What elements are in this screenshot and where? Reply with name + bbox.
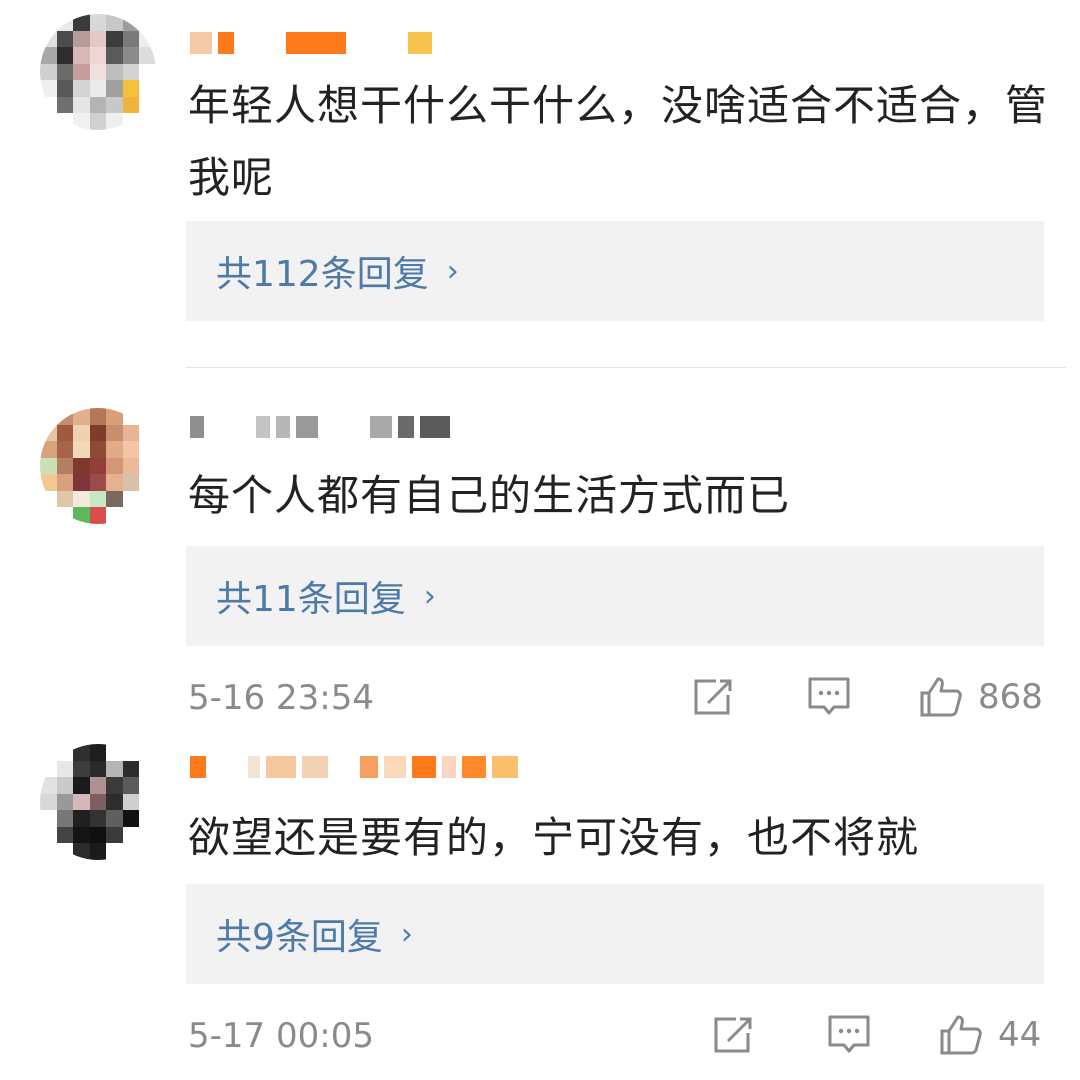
comment-item: 每个人都有自己的生活方式而已 共11条回复 › 5-16 23:54 868 <box>0 368 1080 728</box>
share-button[interactable] <box>712 1010 756 1060</box>
chevron-right-icon: › <box>423 578 436 614</box>
avatar[interactable] <box>40 14 156 130</box>
like-count: 44 <box>998 1015 1042 1055</box>
share-icon <box>714 1017 752 1053</box>
comment-text: 欲望还是要有的，宁可没有，也不将就 <box>188 813 920 862</box>
view-replies-button[interactable]: 共11条回复 › <box>186 546 1044 646</box>
comment-meta-row: 5-17 00:05 44 <box>186 1008 1046 1068</box>
comment-meta-row: 5-16 23:54 868 <box>186 670 1046 730</box>
comment-item: 欲望还是要有的，宁可没有，也不将就 共9条回复 › 5-17 00:05 44 <box>0 728 1080 1080</box>
username-pixelated[interactable] <box>190 412 520 442</box>
like-button[interactable]: 868 <box>918 672 1043 722</box>
share-icon <box>694 679 732 715</box>
view-replies-button[interactable]: 共9条回复 › <box>186 884 1044 984</box>
comment-item: 年轻人想干什么干什么，没啥适合不适合，管我呢 共112条回复 › <box>0 0 1080 368</box>
thumbs-up-icon <box>920 677 962 717</box>
thumbs-up-icon <box>940 1015 982 1055</box>
chevron-right-icon: › <box>446 253 459 289</box>
reply-link[interactable]: 共112条回复 › <box>216 245 459 297</box>
share-button[interactable] <box>692 672 736 722</box>
avatar[interactable] <box>40 744 156 860</box>
chevron-right-icon: › <box>400 916 413 952</box>
comment-button[interactable] <box>806 672 852 722</box>
username-pixelated[interactable] <box>190 28 520 58</box>
reply-count-label: 共112条回复 <box>216 254 429 295</box>
comment-button[interactable] <box>826 1010 872 1060</box>
like-count: 868 <box>978 677 1043 717</box>
username-pixelated[interactable] <box>190 752 530 782</box>
like-button[interactable]: 44 <box>938 1010 1041 1060</box>
timestamp: 5-17 00:05 <box>188 1016 374 1056</box>
comment-icon <box>808 677 850 715</box>
view-replies-button[interactable]: 共112条回复 › <box>186 221 1044 321</box>
comment-text: 每个人都有自己的生活方式而已 <box>188 471 791 520</box>
reply-link[interactable]: 共11条回复 › <box>216 570 436 622</box>
reply-count-label: 共9条回复 <box>216 917 383 958</box>
reply-link[interactable]: 共9条回复 › <box>216 908 413 960</box>
timestamp: 5-16 23:54 <box>188 678 374 718</box>
comment-icon <box>828 1015 870 1053</box>
comment-text: 年轻人想干什么干什么，没啥适合不适合，管我呢 <box>188 81 1049 202</box>
avatar[interactable] <box>40 408 156 524</box>
reply-count-label: 共11条回复 <box>216 579 406 620</box>
